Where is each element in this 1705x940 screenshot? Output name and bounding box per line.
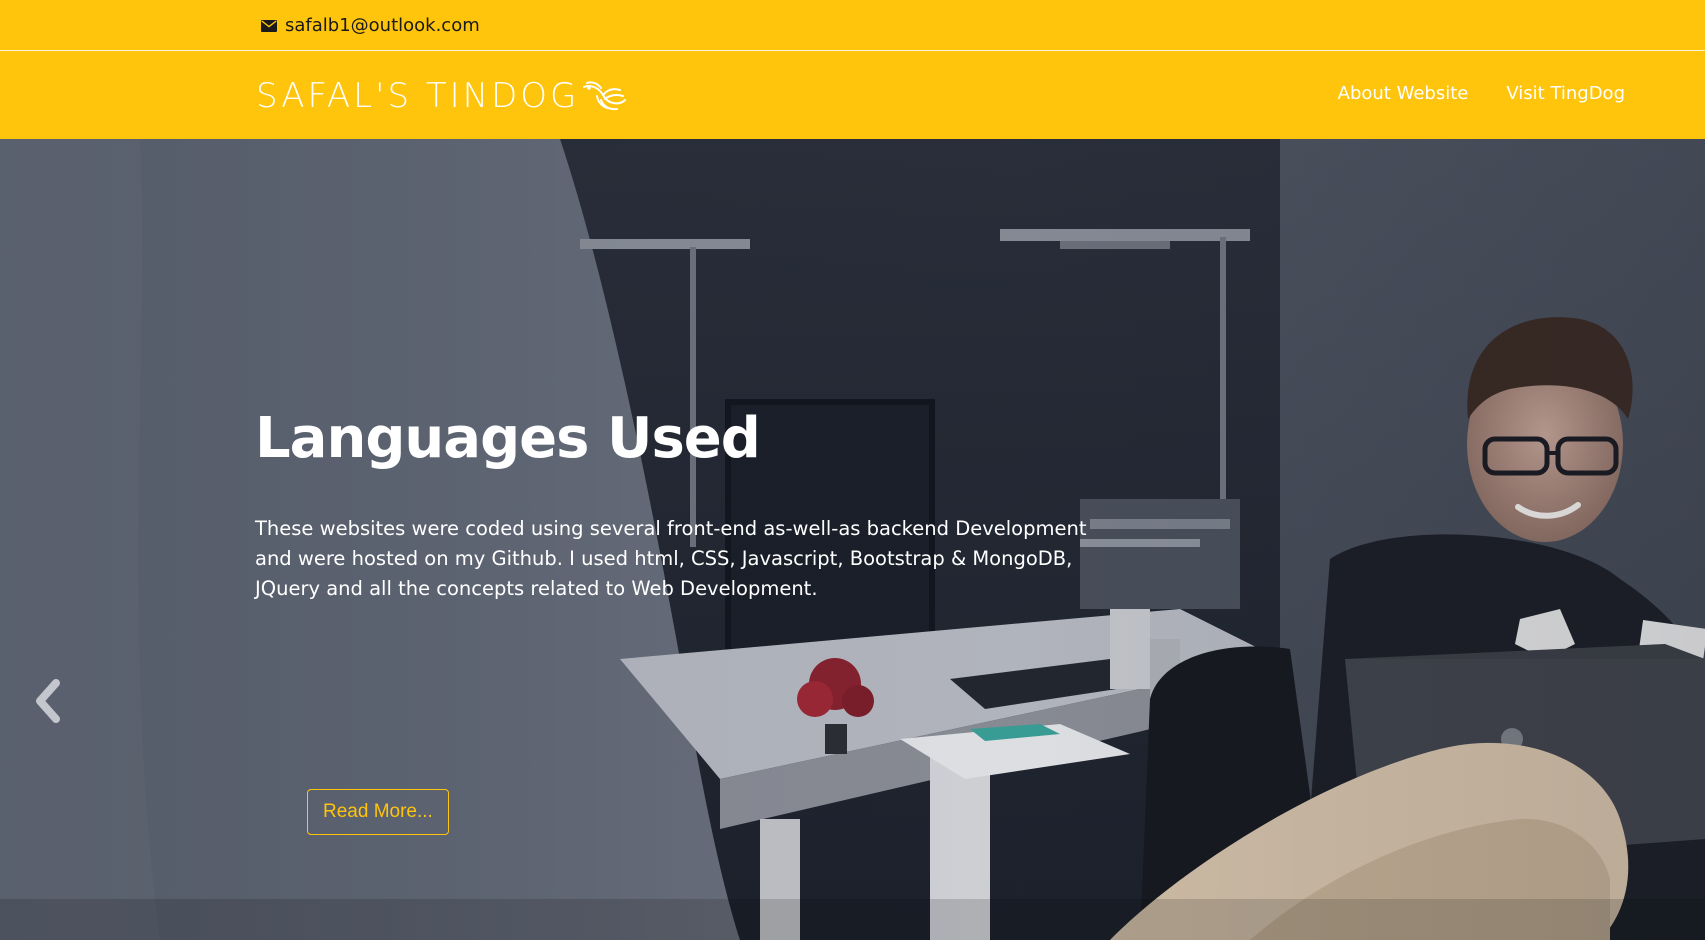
read-more-button[interactable]: Read More... [307,789,449,835]
hero-title: Languages Used [255,406,761,471]
nav-link-visit-tingdog[interactable]: Visit TingDog [1506,80,1625,108]
bird-icon [583,81,627,111]
mail-icon [261,20,277,32]
brand-title: SAFAL'S TINDOG [256,76,580,116]
chevron-left-icon[interactable] [30,679,66,723]
navbar: SAFAL'S TINDOG About Website Visit TingD… [0,51,1705,139]
contact-email-text: safalb1@outlook.com [285,15,480,36]
top-contact-bar: safalb1@outlook.com [0,0,1705,51]
nav-links: About Website Visit TingDog [1338,80,1625,108]
hero-content: Languages Used These websites were coded… [255,404,1115,835]
contact-email[interactable]: safalb1@outlook.com [261,14,480,38]
nav-link-about-website[interactable]: About Website [1338,80,1469,108]
hero-description: These websites were coded using several … [255,517,1087,600]
hero-carousel: Languages Used These websites were coded… [0,139,1705,940]
brand-logo[interactable]: SAFAL'S TINDOG [256,71,627,121]
